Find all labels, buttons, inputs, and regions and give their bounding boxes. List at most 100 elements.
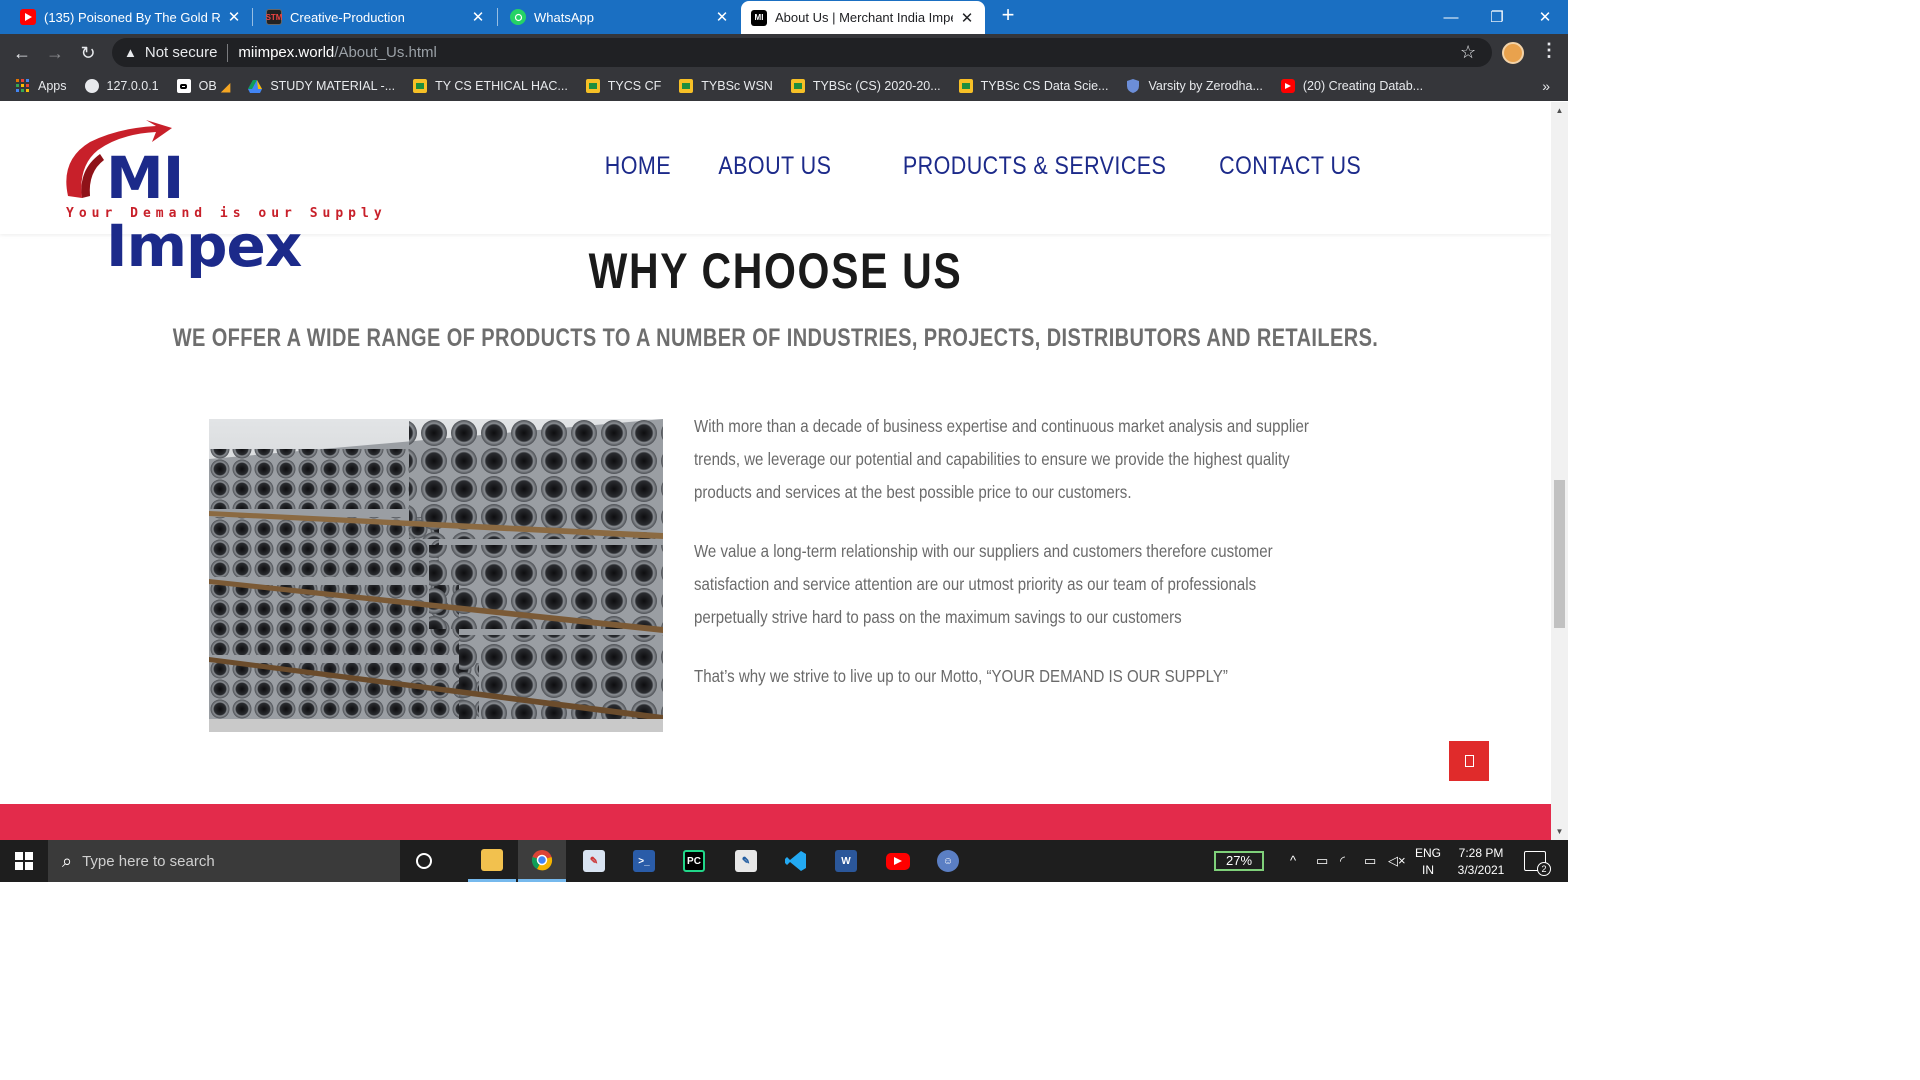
section-subtitle: WE OFFER A WIDE RANGE OF PRODUCTS TO A N… [172, 324, 1379, 352]
bookmark-study-material[interactable]: STUDY MATERIAL -... [248, 79, 395, 93]
paragraph-relationship: We value a long-term relationship with o… [694, 541, 1273, 627]
restore-button[interactable]: ❐ [1474, 0, 1520, 34]
section-title: WHY CHOOSE US [588, 243, 963, 299]
scroll-up-icon[interactable]: ▲ [1551, 106, 1568, 115]
wifi-icon[interactable]: ◜ [1340, 853, 1345, 869]
bookmark-tybsc-cs[interactable]: TYBSc (CS) 2020-20... [790, 79, 941, 93]
tab-about-us[interactable]: MI About Us | Merchant India Impex ✕ [741, 1, 985, 34]
scroll-to-top-button[interactable] [1449, 741, 1489, 781]
meet-now-icon[interactable]: ▭ [1316, 853, 1328, 869]
close-window-button[interactable]: ✕ [1522, 0, 1568, 34]
system-clock[interactable]: 7:28 PM 3/3/2021 [1450, 845, 1512, 879]
bookmark-ethical-hacking[interactable]: TY CS ETHICAL HAC... [413, 79, 568, 93]
scrollbar-thumb[interactable] [1554, 480, 1565, 628]
windows-logo-icon [15, 852, 33, 870]
close-tab-icon[interactable]: ✕ [714, 8, 730, 26]
cortana-button[interactable] [400, 840, 448, 882]
security-label[interactable]: Not secure [145, 44, 218, 61]
back-button[interactable]: ← [10, 41, 34, 65]
forward-button[interactable]: → [43, 41, 67, 65]
paragraph-expertise: With more than a decade of business expe… [694, 416, 1309, 502]
page-scrollbar[interactable]: ▲ ▼ [1551, 102, 1568, 840]
profile-avatar[interactable] [1502, 42, 1524, 64]
bookmark-label: TY CS ETHICAL HAC... [435, 79, 568, 93]
ob-icon [176, 79, 191, 93]
volume-muted-icon[interactable]: ◁× [1388, 853, 1406, 869]
rainbow-icon: ◢ [220, 79, 231, 94]
bookmark-tybsc-wsn[interactable]: TYBSc WSN [679, 79, 773, 93]
taskbar-paint[interactable]: ✎ [570, 840, 618, 882]
start-button[interactable] [0, 840, 48, 882]
taskbar-discord[interactable]: ☺ [924, 840, 972, 882]
tab-youtube[interactable]: (135) Poisoned By The Gold Rush ✕ [0, 0, 252, 34]
battery-indicator[interactable]: 27% [1214, 851, 1264, 871]
bookmark-varsity[interactable]: Varsity by Zerodha... [1126, 79, 1263, 93]
classroom-icon [790, 79, 805, 93]
nav-contact-us[interactable]: CONTACT US [1219, 152, 1361, 181]
tab-whatsapp[interactable]: WhatsApp ✕ [490, 0, 740, 34]
site-logo[interactable]: MI Impex Your Demand is our Supply [60, 120, 390, 280]
mi-icon: MI [751, 9, 767, 26]
more-bookmarks-icon[interactable]: » [1542, 78, 1550, 94]
battery-icon[interactable]: ▭ [1364, 853, 1376, 869]
scroll-down-icon[interactable]: ▼ [1551, 827, 1568, 836]
close-tab-icon[interactable]: ✕ [959, 9, 975, 27]
nav-products-services[interactable]: PRODUCTS & SERVICES [903, 152, 1166, 181]
omnibox-divider [227, 43, 229, 62]
taskbar-youtube[interactable] [874, 840, 922, 882]
powershell-icon: >_ [633, 850, 655, 872]
language-indicator[interactable]: ENG IN [1412, 845, 1444, 879]
url-path: /About_Us.html [334, 44, 437, 61]
bookmark-tycs-cf[interactable]: TYCS CF [585, 79, 661, 93]
pipes-illustration [209, 419, 663, 732]
tray-expand-icon[interactable]: ^ [1290, 853, 1296, 868]
bookmark-label: OB [198, 79, 217, 93]
bookmark-localhost[interactable]: 127.0.0.1 [84, 79, 159, 93]
address-bar[interactable]: ▲ Not secure miimpex.world/About_Us.html [112, 38, 1492, 67]
bookmark-label: TYBSc CS Data Scie... [980, 79, 1109, 93]
cortana-icon [416, 853, 432, 869]
vscode-icon [785, 851, 806, 871]
windows-taskbar: ⌕ Type here to search ✎ >_ PC ✎ W ☺ 27% … [0, 840, 1568, 882]
bookmark-label: STUDY MATERIAL -... [270, 79, 396, 93]
bookmark-label: (20) Creating Datab... [1302, 79, 1424, 93]
tab-creative-production[interactable]: STM Creative-Production ✕ [246, 0, 496, 34]
clock-time: 7:28 PM [1458, 846, 1504, 860]
warning-triangle-icon: ▲ [124, 45, 137, 60]
taskbar-vscode[interactable] [772, 840, 820, 882]
tab-title: Creative-Production [290, 9, 405, 25]
menu-kebab-icon[interactable]: ⋮ [1540, 40, 1558, 61]
new-tab-button[interactable]: + [996, 4, 1020, 28]
taskbar-search[interactable]: ⌕ Type here to search [48, 840, 400, 882]
apps-grid-icon [16, 79, 30, 93]
taskbar-powershell[interactable]: >_ [620, 840, 668, 882]
close-tab-icon[interactable]: ✕ [470, 8, 486, 26]
clock-date: 3/3/2021 [1457, 863, 1505, 877]
notification-center-button[interactable]: 2 [1524, 851, 1551, 876]
classroom-icon [679, 79, 694, 93]
bookmark-data-science[interactable]: TYBSc CS Data Scie... [958, 79, 1109, 93]
nav-about-us[interactable]: ABOUT US [719, 152, 832, 181]
bookmarks-bar: Apps 127.0.0.1 OB ◢ STUDY MATERIAL -... … [0, 71, 1568, 101]
bookmark-star-icon[interactable]: ☆ [1460, 42, 1476, 63]
youtube-icon [1280, 79, 1295, 93]
reload-button[interactable]: ↻ [76, 41, 100, 65]
bookmark-label: 127.0.0.1 [106, 79, 159, 93]
steel-pipes-image [209, 419, 663, 732]
taskbar-chrome[interactable] [518, 840, 566, 882]
taskbar-file-explorer[interactable] [468, 840, 516, 882]
bookmark-creating-database[interactable]: (20) Creating Datab... [1280, 79, 1424, 93]
youtube-icon [20, 9, 36, 25]
tab-title: About Us | Merchant India Impex [775, 10, 953, 25]
taskbar-pycharm[interactable]: PC [670, 840, 718, 882]
close-tab-icon[interactable]: ✕ [226, 8, 242, 26]
bookmark-label: TYBSc (CS) 2020-20... [812, 79, 941, 93]
taskbar-word[interactable]: W [822, 840, 870, 882]
minimize-button[interactable]: — [1428, 0, 1474, 34]
bookmark-ob[interactable]: OB ◢ [176, 79, 231, 94]
classroom-icon [958, 79, 973, 93]
taskbar-notepad[interactable]: ✎ [722, 840, 770, 882]
bookmark-apps[interactable]: Apps [16, 79, 67, 93]
shield-icon [1126, 79, 1140, 93]
nav-home[interactable]: HOME [605, 152, 671, 181]
